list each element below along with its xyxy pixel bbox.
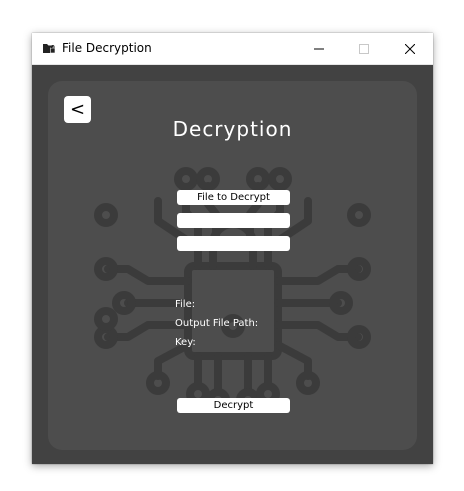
decrypt-button[interactable]: Decrypt <box>177 398 290 413</box>
file-to-decrypt-button[interactable]: File to Decrypt <box>177 190 290 205</box>
window-title: File Decryption <box>62 41 152 55</box>
key-info-label: Key: <box>175 337 196 348</box>
page-title: Decryption <box>172 117 293 141</box>
title-bar[interactable]: File Decryption <box>32 33 433 65</box>
output-path-field[interactable] <box>177 213 290 228</box>
maximize-button[interactable] <box>341 33 387 64</box>
app-window: File Decryption < Decryption File to Dec… <box>32 33 433 464</box>
folder-lock-icon <box>43 44 56 54</box>
file-info-label: File: <box>175 299 196 310</box>
maximize-icon <box>359 43 369 54</box>
close-button[interactable] <box>387 33 433 64</box>
minimize-button[interactable] <box>296 33 342 64</box>
output-path-info-label: Output File Path: <box>175 318 259 329</box>
minimize-icon <box>314 48 324 49</box>
decryption-panel: < Decryption File to Decrypt File: Outpu… <box>48 81 417 450</box>
close-icon <box>405 43 415 54</box>
key-field[interactable] <box>177 236 290 251</box>
